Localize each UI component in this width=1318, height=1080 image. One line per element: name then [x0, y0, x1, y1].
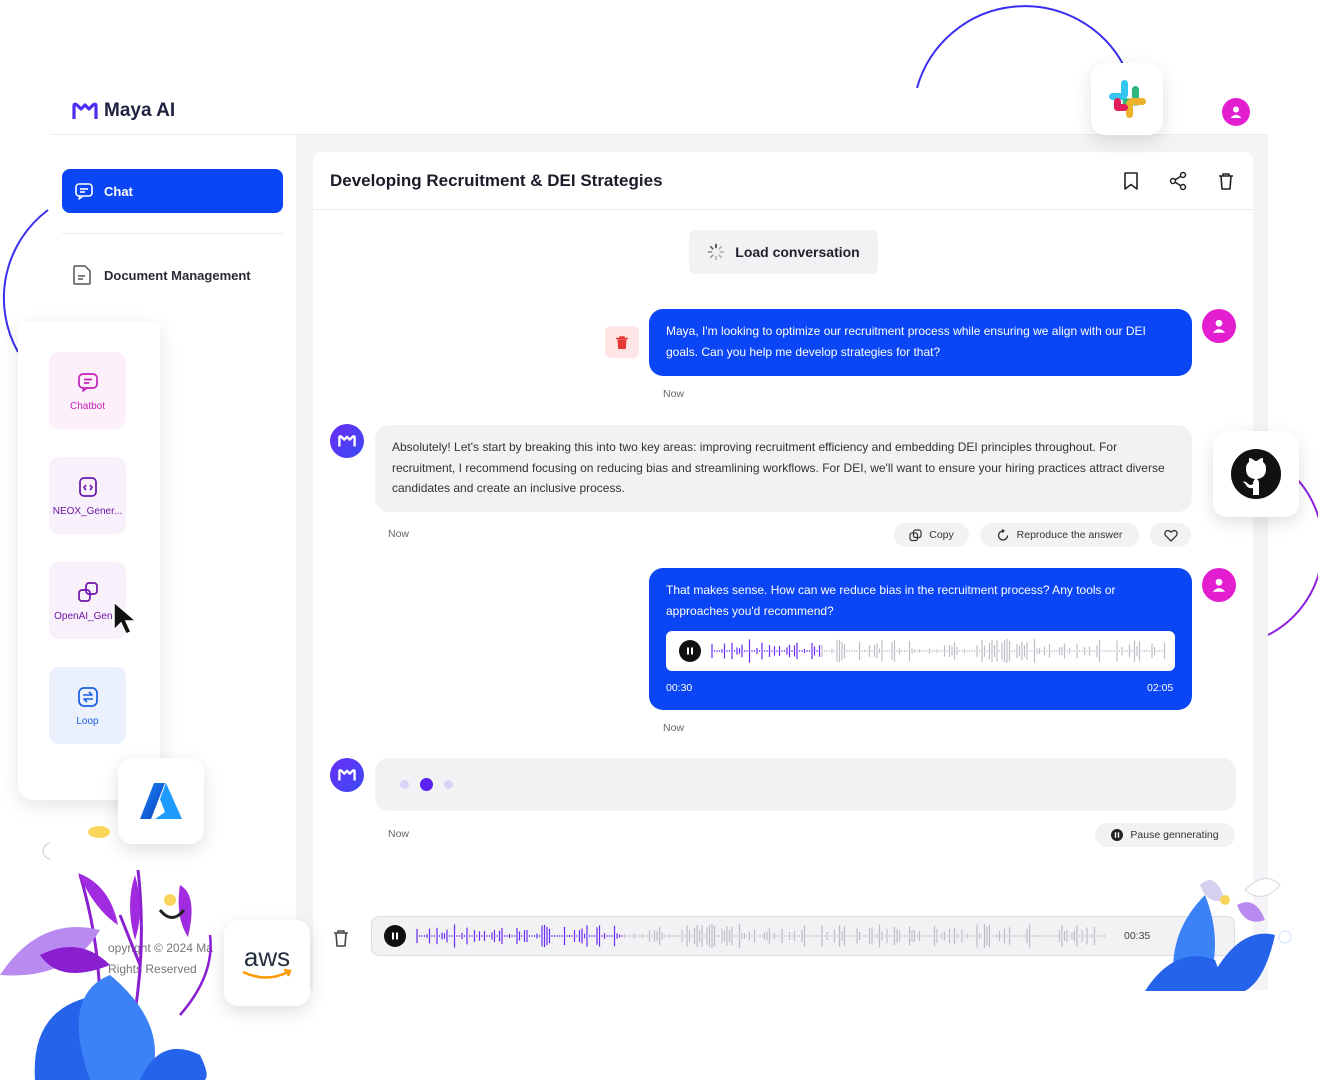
aws-wordmark: aws	[243, 942, 291, 972]
sidebar-item-label: Document Management	[104, 267, 251, 283]
user-icon	[1212, 319, 1226, 333]
audio-current-time: 00:30	[666, 682, 693, 694]
assistant-message-bubble: Absolutely! Let's start by breaking this…	[375, 425, 1192, 512]
sidebar-item-document-management[interactable]: Document Management	[72, 264, 251, 286]
typing-dot	[400, 780, 409, 789]
document-icon	[73, 265, 91, 285]
delete-message-button[interactable]	[605, 326, 639, 358]
profile-avatar[interactable]	[1222, 98, 1250, 126]
user-avatar	[1202, 309, 1236, 343]
assistant-generating-bubble	[375, 758, 1236, 811]
heart-icon	[1163, 529, 1178, 542]
tool-chatbot[interactable]: Chatbot	[49, 352, 126, 429]
typing-indicator	[400, 778, 453, 791]
copy-layers-icon	[77, 581, 98, 602]
github-logo-card	[1213, 431, 1299, 517]
pause-recording-button[interactable]	[384, 925, 406, 947]
user-icon	[1230, 106, 1242, 118]
load-conversation-button[interactable]: Load conversation	[689, 230, 878, 274]
pause-icon	[687, 647, 693, 655]
tool-label: Chatbot	[69, 400, 106, 412]
recording-waveform	[416, 924, 1106, 948]
audio-waveform[interactable]	[711, 638, 1166, 664]
copy-icon	[909, 528, 922, 541]
github-icon	[1231, 449, 1281, 499]
tool-label: Loop	[76, 715, 99, 727]
pause-generating-label: Pause gennerating	[1130, 829, 1219, 841]
code-file-icon	[78, 476, 97, 497]
reproduce-label: Reproduce the answer	[1016, 529, 1123, 541]
delete-conversation-button[interactable]	[1215, 170, 1237, 192]
message-text: That makes sense. How can we reduce bias…	[666, 583, 1116, 618]
conversation-title: Developing Recruitment & DEI Strategies	[330, 171, 663, 190]
maya-logo-icon	[338, 435, 356, 447]
pause-icon	[392, 932, 398, 940]
discard-recording-button[interactable]	[330, 927, 352, 949]
sidebar-item-label: Chat	[104, 183, 133, 199]
decorative-plant-right	[1145, 878, 1292, 991]
tool-neox-generator[interactable]: NEOX_Gener...	[49, 457, 126, 534]
copy-button[interactable]: Copy	[894, 523, 969, 547]
user-message-bubble: Maya, I'm looking to optimize our recrui…	[649, 309, 1192, 376]
typing-dot	[444, 780, 453, 789]
azure-icon	[140, 783, 182, 819]
message-timestamp: Now	[388, 828, 410, 840]
load-conversation-label: Load conversation	[735, 244, 860, 260]
typing-dot	[420, 778, 433, 791]
sidebar-divider	[62, 233, 283, 234]
pause-generating-button[interactable]: Pause gennerating	[1095, 823, 1235, 847]
message-text: Maya, I'm looking to optimize our recrui…	[666, 324, 1146, 359]
tool-loop[interactable]: Loop	[49, 667, 126, 744]
pause-audio-button[interactable]	[679, 640, 701, 662]
assistant-avatar	[330, 758, 364, 792]
bookmark-button[interactable]	[1120, 170, 1142, 192]
sidebar-item-chat[interactable]: Chat	[62, 169, 283, 213]
top-bar	[50, 88, 1268, 135]
bookmark-icon	[1124, 172, 1138, 190]
chatbot-icon	[77, 372, 98, 392]
slack-logo-card	[1091, 63, 1163, 135]
message-timestamp: Now	[663, 722, 685, 734]
refresh-icon	[997, 528, 1008, 541]
loop-icon	[77, 686, 98, 707]
chat-icon	[74, 181, 94, 201]
copy-label: Copy	[929, 529, 954, 541]
azure-logo-card	[118, 758, 204, 844]
pause-circle-icon	[1111, 829, 1124, 841]
user-avatar	[1202, 568, 1236, 602]
maya-logo-icon	[338, 769, 356, 781]
user-icon	[1212, 578, 1226, 592]
decorative-flower-yellow	[88, 826, 110, 838]
share-icon	[1169, 171, 1187, 191]
mouse-cursor-icon	[113, 600, 139, 635]
reproduce-answer-button[interactable]: Reproduce the answer	[980, 523, 1139, 547]
decorative-plant-left	[0, 869, 212, 1080]
slack-icon	[1109, 80, 1146, 118]
brand-name: Maya AI	[104, 100, 176, 121]
maya-logo-icon	[72, 102, 98, 119]
like-button[interactable]	[1150, 523, 1191, 547]
trash-icon	[1219, 173, 1233, 190]
message-timestamp: Now	[388, 528, 410, 540]
aws-smile-icon	[242, 969, 292, 979]
tool-label: OpenAI_Gen...	[54, 610, 121, 622]
trash-icon	[616, 335, 628, 349]
message-text: Absolutely! Let's start by breaking this…	[392, 440, 1165, 495]
assistant-avatar	[330, 424, 364, 458]
brand-logo[interactable]: Maya AI	[72, 100, 175, 122]
message-timestamp: Now	[663, 388, 685, 400]
share-button[interactable]	[1167, 170, 1189, 192]
trash-icon	[334, 930, 348, 947]
audio-total-time: 02:05	[1147, 682, 1174, 694]
tool-label: NEOX_Gener...	[52, 505, 123, 517]
spinner-icon	[707, 243, 725, 261]
